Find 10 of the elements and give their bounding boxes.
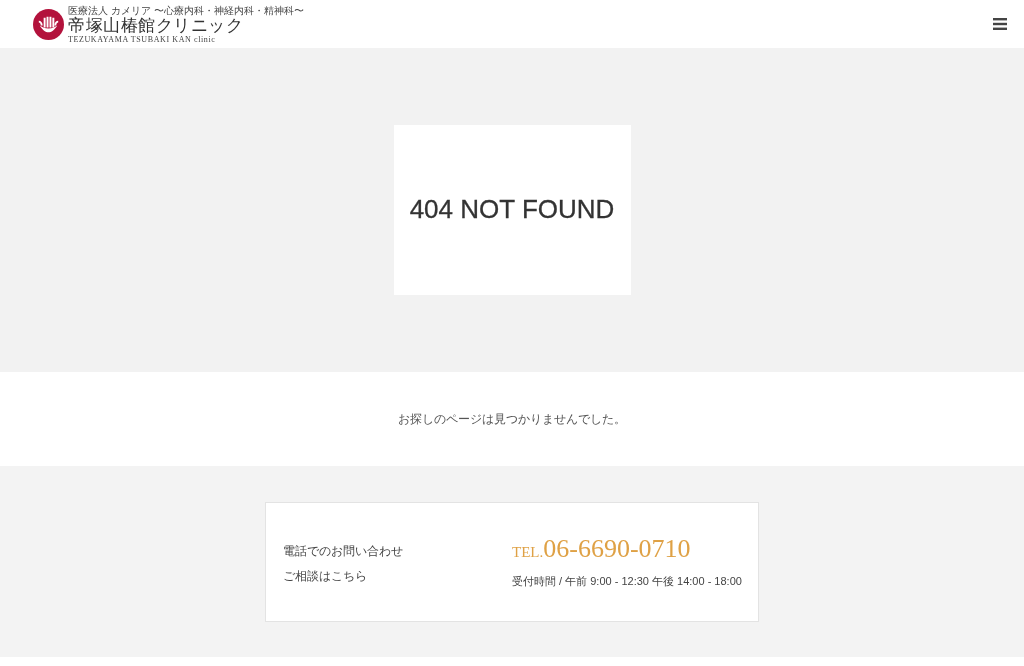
office-hours: 受付時間 / 午前 9:00 - 12:30 午後 14:00 - 18:00 — [512, 573, 743, 589]
error-message: お探しのページは見つかりませんでした。 — [398, 411, 626, 428]
logo-subtitle: TEZUKAYAMA TSUBAKI KAN clinic — [68, 34, 217, 44]
error-title: 404 NOT FOUND — [409, 194, 615, 226]
logo-tagline: 医療法人 カメリア 〜心療内科・神経内科・精神科〜 — [68, 4, 304, 16]
logo-icon — [33, 8, 64, 40]
logo-name[interactable]: 帝塚山椿館クリニック — [68, 15, 304, 35]
menu-icon[interactable] — [993, 18, 1007, 30]
contact-label: ご相談はこちら — [283, 569, 367, 583]
contact-label: 電話でのお問い合わせ — [283, 544, 403, 558]
